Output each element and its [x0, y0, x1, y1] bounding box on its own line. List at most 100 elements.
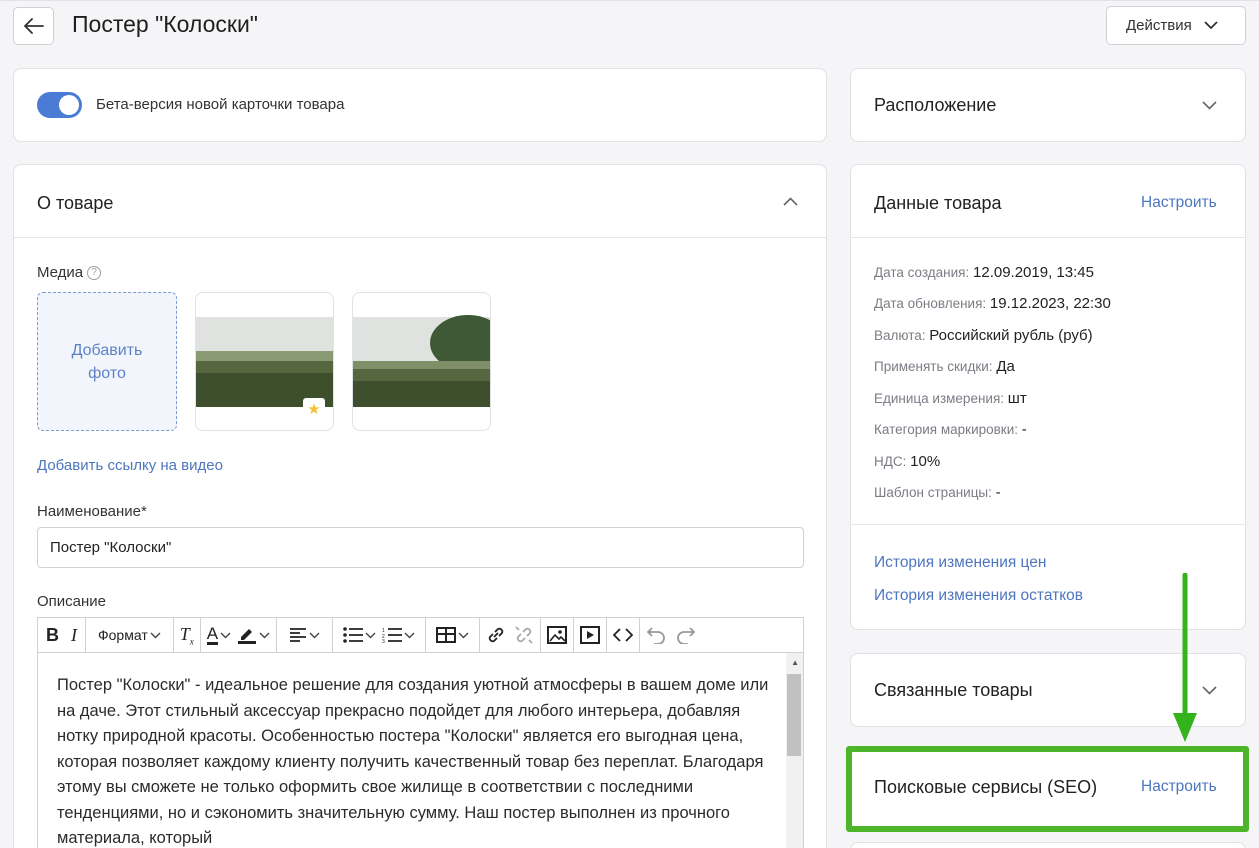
data-row-updated: Дата обновления: 19.12.2023, 22:30: [874, 295, 1111, 312]
chevron-down-icon: [365, 632, 376, 638]
product-data-card: Данные товара Настроить Дата создания: 1…: [850, 164, 1246, 630]
toolbar-group-text: B I: [38, 618, 86, 652]
media-label: Медиа?: [37, 264, 102, 281]
name-label: Наименование*: [37, 503, 147, 520]
unlink-icon[interactable]: [514, 625, 534, 645]
beta-card: Бета-версия новой карточки товара: [13, 68, 827, 142]
toolbar-group-format: Формат: [86, 618, 174, 652]
toggle-knob: [59, 95, 79, 115]
chevron-down-icon: [220, 632, 231, 638]
toolbar-group-code: [607, 618, 641, 652]
undo-icon[interactable]: [646, 626, 666, 644]
video-icon[interactable]: [580, 625, 601, 645]
actions-dropdown-button[interactable]: Действия: [1106, 6, 1246, 45]
description-editor[interactable]: Постер "Колоски" - идеальное решение для…: [37, 653, 804, 848]
bullet-list-button[interactable]: [343, 627, 376, 643]
next-card-edge: [850, 842, 1246, 848]
stock-history-link[interactable]: История изменения остатков: [874, 587, 1083, 605]
bullet-list-icon: [343, 627, 364, 643]
top-bar: Постер "Колоски" Действия: [0, 0, 1259, 52]
actions-label: Действия: [1126, 17, 1192, 34]
highlighter-icon: [238, 629, 257, 644]
data-row-discounts: Применять скидки: Да: [874, 358, 1015, 375]
italic-icon[interactable]: I: [71, 625, 77, 646]
numbered-list-button[interactable]: 123: [382, 627, 415, 643]
toolbar-group-clear: Tx: [174, 618, 201, 652]
chevron-down-icon: [1204, 21, 1218, 30]
description-text: Постер "Колоски" - идеальное решение для…: [57, 676, 769, 847]
toolbar-group-table: [426, 618, 481, 652]
add-photo-line1: Добавить: [71, 341, 143, 359]
code-icon[interactable]: [613, 627, 634, 643]
link-icon[interactable]: [486, 625, 506, 645]
chevron-down-icon: [309, 632, 320, 638]
back-button[interactable]: [13, 7, 54, 45]
wheat-field-tree-image: [353, 315, 490, 407]
toolbar-group-links: [480, 618, 542, 652]
data-row-created: Дата создания: 12.09.2019, 13:45: [874, 264, 1094, 281]
related-heading: Связанные товары: [874, 680, 1033, 700]
beta-toggle[interactable]: [37, 92, 82, 118]
editor-toolbar: B I Формат Tx A 123: [37, 617, 804, 653]
toolbar-group-history: [640, 618, 702, 652]
numbered-list-icon: 123: [382, 628, 403, 643]
redo-icon[interactable]: [676, 626, 696, 644]
main-photo-star-icon: ★: [303, 398, 325, 420]
help-icon[interactable]: ?: [87, 266, 102, 280]
text-color-button[interactable]: A: [206, 624, 231, 645]
scroll-up-icon[interactable]: ▲: [791, 658, 799, 667]
media-label-text: Медиа: [37, 264, 84, 281]
chevron-down-icon: [458, 632, 469, 638]
toolbar-group-video: [574, 618, 608, 652]
description-label: Описание: [37, 593, 107, 610]
add-video-link[interactable]: Добавить ссылку на видео: [37, 457, 223, 474]
data-row-marking-category: Категория маркировки: -: [874, 421, 1027, 438]
toolbar-group-lists: 123: [333, 618, 427, 652]
about-card: О товаре Медиа? Добавить фото ★ Добавить …: [13, 164, 827, 848]
product-data-heading: Данные товара: [874, 193, 1002, 213]
clear-format-icon[interactable]: Tx: [180, 624, 194, 647]
about-heading: О товаре: [37, 193, 114, 213]
add-photo-line2: фото: [88, 364, 126, 382]
svg-text:3: 3: [382, 639, 385, 643]
seo-highlight-frame: [846, 746, 1249, 832]
add-photo-button[interactable]: Добавить фото: [37, 292, 177, 431]
toolbar-group-align: [277, 618, 334, 652]
name-input[interactable]: Постер "Колоски": [37, 527, 804, 568]
text-color-icon: A: [206, 624, 219, 645]
chevron-down-icon[interactable]: [1202, 101, 1217, 110]
chevron-down-icon: [259, 632, 270, 638]
format-label: Формат: [98, 627, 148, 643]
align-button[interactable]: [289, 628, 320, 642]
media-thumbnail-2[interactable]: [352, 292, 491, 431]
divider: [851, 524, 1245, 525]
page-title: Постер "Колоски": [72, 11, 258, 37]
location-card[interactable]: Расположение: [850, 68, 1246, 142]
toolbar-group-colors: A: [201, 618, 278, 652]
media-thumbnail-1[interactable]: ★: [195, 292, 334, 431]
arrow-left-icon: [23, 18, 44, 34]
arrow-down-annotation-icon: [1173, 573, 1197, 742]
table-button[interactable]: [436, 627, 469, 643]
chevron-up-icon[interactable]: [783, 197, 798, 206]
chevron-down-icon[interactable]: [1202, 686, 1217, 695]
highlight-color-button[interactable]: [237, 625, 270, 645]
bold-icon[interactable]: B: [46, 625, 59, 646]
editor-scrollbar[interactable]: ▲: [786, 653, 803, 848]
product-data-configure-link[interactable]: Настроить: [1141, 194, 1217, 212]
divider: [14, 237, 826, 238]
data-row-page-template: Шаблон страницы: -: [874, 484, 1001, 501]
data-row-unit: Единица измерения: шт: [874, 390, 1027, 407]
data-row-vat: НДС: 10%: [874, 453, 941, 470]
image-icon[interactable]: [547, 625, 568, 645]
chevron-down-icon: [150, 632, 161, 638]
price-history-link[interactable]: История изменения цен: [874, 554, 1046, 572]
toolbar-group-image: [541, 618, 575, 652]
format-dropdown[interactable]: Формат: [98, 627, 161, 643]
location-heading: Расположение: [874, 95, 997, 115]
scroll-thumb[interactable]: [787, 674, 801, 756]
divider: [851, 237, 1245, 238]
table-icon: [436, 627, 457, 643]
chevron-down-icon: [404, 632, 415, 638]
align-left-icon: [290, 628, 307, 642]
